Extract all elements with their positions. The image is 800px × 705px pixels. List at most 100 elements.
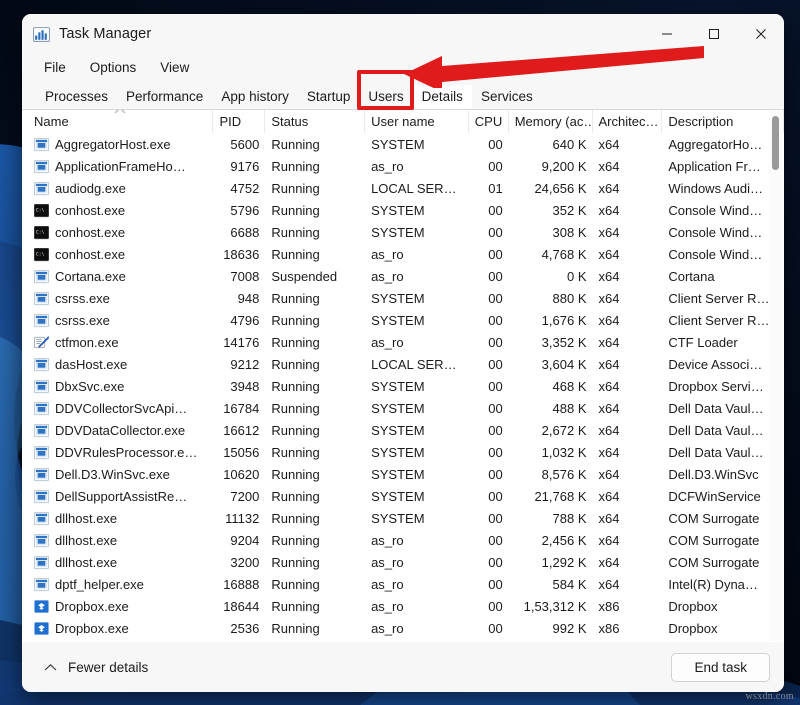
cell-pid: 2536	[213, 621, 265, 636]
cell-desc: Client Server R…	[662, 291, 784, 306]
cell-desc-text: Windows Audi…	[668, 181, 763, 196]
cell-mem: 9,200 K	[509, 159, 593, 174]
cell-arch-text: x64	[599, 313, 620, 328]
cell-desc-text: COM Surrogate	[668, 555, 759, 570]
table-row[interactable]: C:\conhost.exe18636Runningas_ro004,768 K…	[28, 243, 784, 265]
cell-mem-text: 4,768 K	[542, 247, 587, 262]
cell-status: Running	[265, 225, 365, 240]
table-row[interactable]: DellSupportAssistRe…7200RunningSYSTEM002…	[28, 485, 784, 507]
fewer-details-button[interactable]: Fewer details	[38, 655, 154, 680]
cell-arch: x86	[593, 599, 663, 614]
column-header-user-name[interactable]: User name	[365, 110, 469, 133]
table-row[interactable]: C:\conhost.exe6688RunningSYSTEM00308 Kx6…	[28, 221, 784, 243]
cell-mem: 2,456 K	[509, 533, 593, 548]
table-row[interactable]: csrss.exe948RunningSYSTEM00880 Kx64Clien…	[28, 287, 784, 309]
cell-name: Dell.D3.WinSvc.exe	[28, 467, 213, 482]
tab-processes[interactable]: Processes	[36, 85, 117, 109]
cell-name: AggregatorHost.exe	[28, 137, 213, 152]
cell-desc-text: Console Wind…	[668, 225, 762, 240]
minimize-icon	[661, 28, 673, 40]
table-row[interactable]: dllhost.exe3200Runningas_ro001,292 Kx64C…	[28, 551, 784, 573]
cell-pid-text: 18636	[223, 247, 259, 262]
column-header-cpu[interactable]: CPU	[469, 110, 509, 133]
menu-item-options[interactable]: Options	[80, 57, 147, 78]
cell-user: as_ro	[365, 335, 469, 350]
cell-user-text: SYSTEM	[371, 137, 424, 152]
table-row[interactable]: C:\conhost.exe5796RunningSYSTEM00352 Kx6…	[28, 199, 784, 221]
column-header-pid[interactable]: PID	[213, 110, 265, 133]
table-row[interactable]: Dell.D3.WinSvc.exe10620RunningSYSTEM008,…	[28, 463, 784, 485]
table-row[interactable]: Dropbox.exe2536Runningas_ro00992 Kx86Dro…	[28, 617, 784, 639]
end-task-button[interactable]: End task	[671, 653, 770, 682]
cell-cpu-text: 00	[488, 467, 502, 482]
cell-arch-text: x64	[599, 181, 620, 196]
table-row[interactable]: dptf_helper.exe16888Runningas_ro00584 Kx…	[28, 573, 784, 595]
table-row[interactable]: DDVRulesProcessor.e…15056RunningSYSTEM00…	[28, 441, 784, 463]
cell-status-text: Running	[271, 533, 319, 548]
column-header-memory[interactable]: Memory (ac…	[509, 110, 593, 133]
cell-user-text: as_ro	[371, 247, 404, 262]
maximize-button[interactable]	[690, 14, 737, 54]
tab-app-history[interactable]: App history	[212, 85, 298, 109]
column-header-architecture[interactable]: Architec…	[593, 110, 663, 133]
menu-item-file[interactable]: File	[34, 57, 76, 78]
table-row[interactable]: dasHost.exe9212RunningLOCAL SER…003,604 …	[28, 353, 784, 375]
table-row[interactable]: dllhost.exe9204Runningas_ro002,456 Kx64C…	[28, 529, 784, 551]
column-header-description[interactable]: Description	[662, 110, 784, 133]
cell-name-text: csrss.exe	[55, 291, 110, 306]
console-icon: C:\	[34, 225, 49, 240]
minimize-button[interactable]	[643, 14, 690, 54]
table-row[interactable]: ctfmon.exe14176Runningas_ro003,352 Kx64C…	[28, 331, 784, 353]
cell-name-text: Cortana.exe	[55, 269, 126, 284]
cell-status: Running	[265, 555, 365, 570]
table-row[interactable]: Cortana.exe7008Suspendedas_ro000 Kx64Cor…	[28, 265, 784, 287]
cell-cpu: 00	[469, 423, 509, 438]
cell-user: SYSTEM	[365, 203, 469, 218]
table-row[interactable]: Dropbox.exe18644Runningas_ro001,53,312 K…	[28, 595, 784, 617]
close-button[interactable]	[737, 14, 784, 54]
cell-desc-text: Dropbox	[668, 599, 717, 614]
task-manager-icon	[33, 26, 50, 43]
vertical-scrollbar[interactable]	[769, 110, 782, 641]
column-header-name[interactable]: Name	[28, 110, 213, 133]
cell-user-text: as_ro	[371, 577, 404, 592]
table-row[interactable]: DDVDataCollector.exe16612RunningSYSTEM00…	[28, 419, 784, 441]
table-row[interactable]: csrss.exe4796RunningSYSTEM001,676 Kx64Cl…	[28, 309, 784, 331]
cell-name: ctfmon.exe	[28, 335, 213, 350]
cell-user: SYSTEM	[365, 489, 469, 504]
cell-status-text: Running	[271, 423, 319, 438]
cell-status: Running	[265, 445, 365, 460]
cell-pid-text: 10620	[223, 467, 259, 482]
menu-item-view[interactable]: View	[150, 57, 199, 78]
title-bar[interactable]: Task Manager	[22, 14, 784, 54]
cell-name: audiodg.exe	[28, 181, 213, 196]
cell-desc: Console Wind…	[662, 203, 784, 218]
cell-name: csrss.exe	[28, 313, 213, 328]
table-row[interactable]: AggregatorHost.exe5600RunningSYSTEM00640…	[28, 133, 784, 155]
column-header-status[interactable]: Status	[265, 110, 365, 133]
cell-arch: x64	[593, 247, 663, 262]
cell-status: Running	[265, 357, 365, 372]
tab-services[interactable]: Services	[472, 85, 542, 109]
cell-cpu: 00	[469, 379, 509, 394]
table-row[interactable]: DDVCollectorSvcApi…16784RunningSYSTEM004…	[28, 397, 784, 419]
cell-arch-text: x64	[599, 137, 620, 152]
cell-user: as_ro	[365, 577, 469, 592]
cell-pid: 11132	[213, 511, 265, 526]
cell-pid: 9204	[213, 533, 265, 548]
cell-cpu: 00	[469, 203, 509, 218]
tab-startup[interactable]: Startup	[298, 85, 360, 109]
cell-status: Running	[265, 621, 365, 636]
table-row[interactable]: DbxSvc.exe3948RunningSYSTEM00468 Kx64Dro…	[28, 375, 784, 397]
cell-pid: 16612	[213, 423, 265, 438]
tab-details[interactable]: Details	[413, 85, 472, 109]
table-row[interactable]: audiodg.exe4752RunningLOCAL SER…0124,656…	[28, 177, 784, 199]
cell-mem: 2,672 K	[509, 423, 593, 438]
table-row[interactable]: dllhost.exe11132RunningSYSTEM00788 Kx64C…	[28, 507, 784, 529]
scrollbar-thumb[interactable]	[772, 116, 779, 170]
tab-performance[interactable]: Performance	[117, 85, 212, 109]
tab-users[interactable]: Users	[359, 85, 412, 109]
table-row[interactable]: ApplicationFrameHo…9176Runningas_ro009,2…	[28, 155, 784, 177]
column-header-name-label: Name	[34, 114, 69, 129]
process-list[interactable]: AggregatorHost.exe5600RunningSYSTEM00640…	[22, 133, 784, 641]
